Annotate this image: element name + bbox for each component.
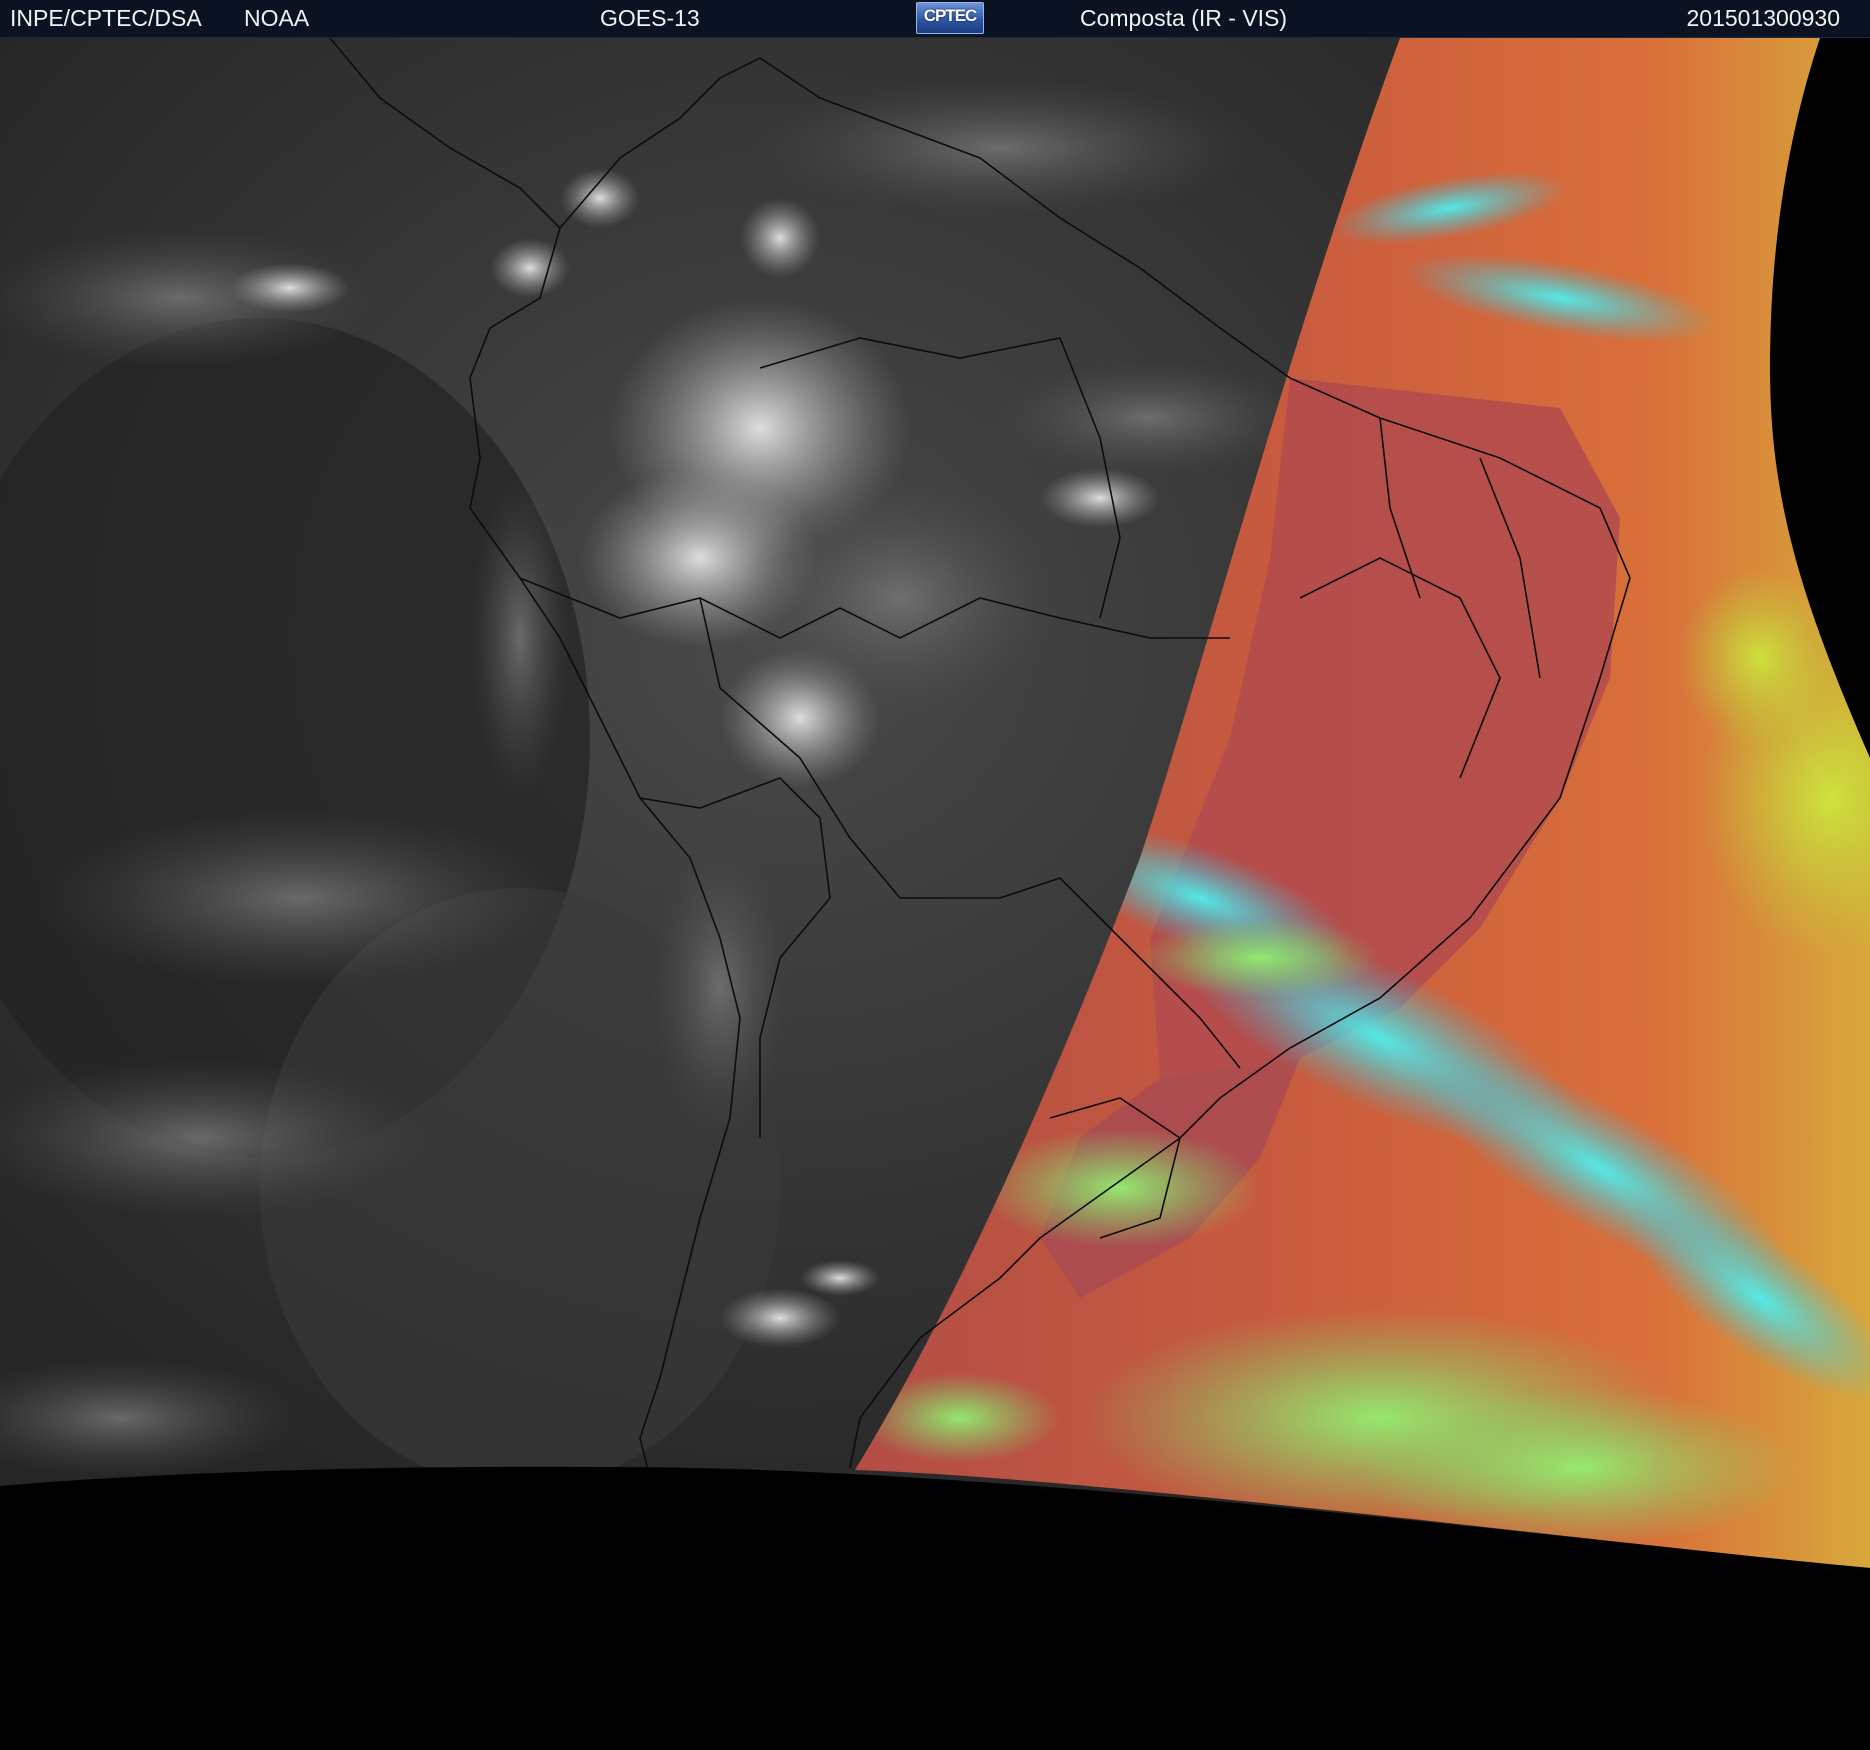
product-label: Composta (IR - VIS) (1080, 5, 1288, 31)
satellite-label: GOES-13 (600, 5, 700, 31)
image-header-bar: INPE/CPTEC/DSA NOAA GOES-13 CPTEC Compos… (0, 0, 1870, 38)
partner-label: NOAA (244, 5, 310, 31)
satellite-imagery (0, 38, 1870, 1750)
timestamp-label: 201501300930 (1686, 5, 1841, 31)
imagery-canvas (0, 38, 1870, 1750)
satellite-image-frame: INPE/CPTEC/DSA NOAA GOES-13 CPTEC Compos… (0, 0, 1870, 1750)
cptec-logo-icon: CPTEC (916, 2, 984, 34)
agency-label: INPE/CPTEC/DSA (10, 5, 202, 31)
logo-text: CPTEC (923, 6, 978, 25)
